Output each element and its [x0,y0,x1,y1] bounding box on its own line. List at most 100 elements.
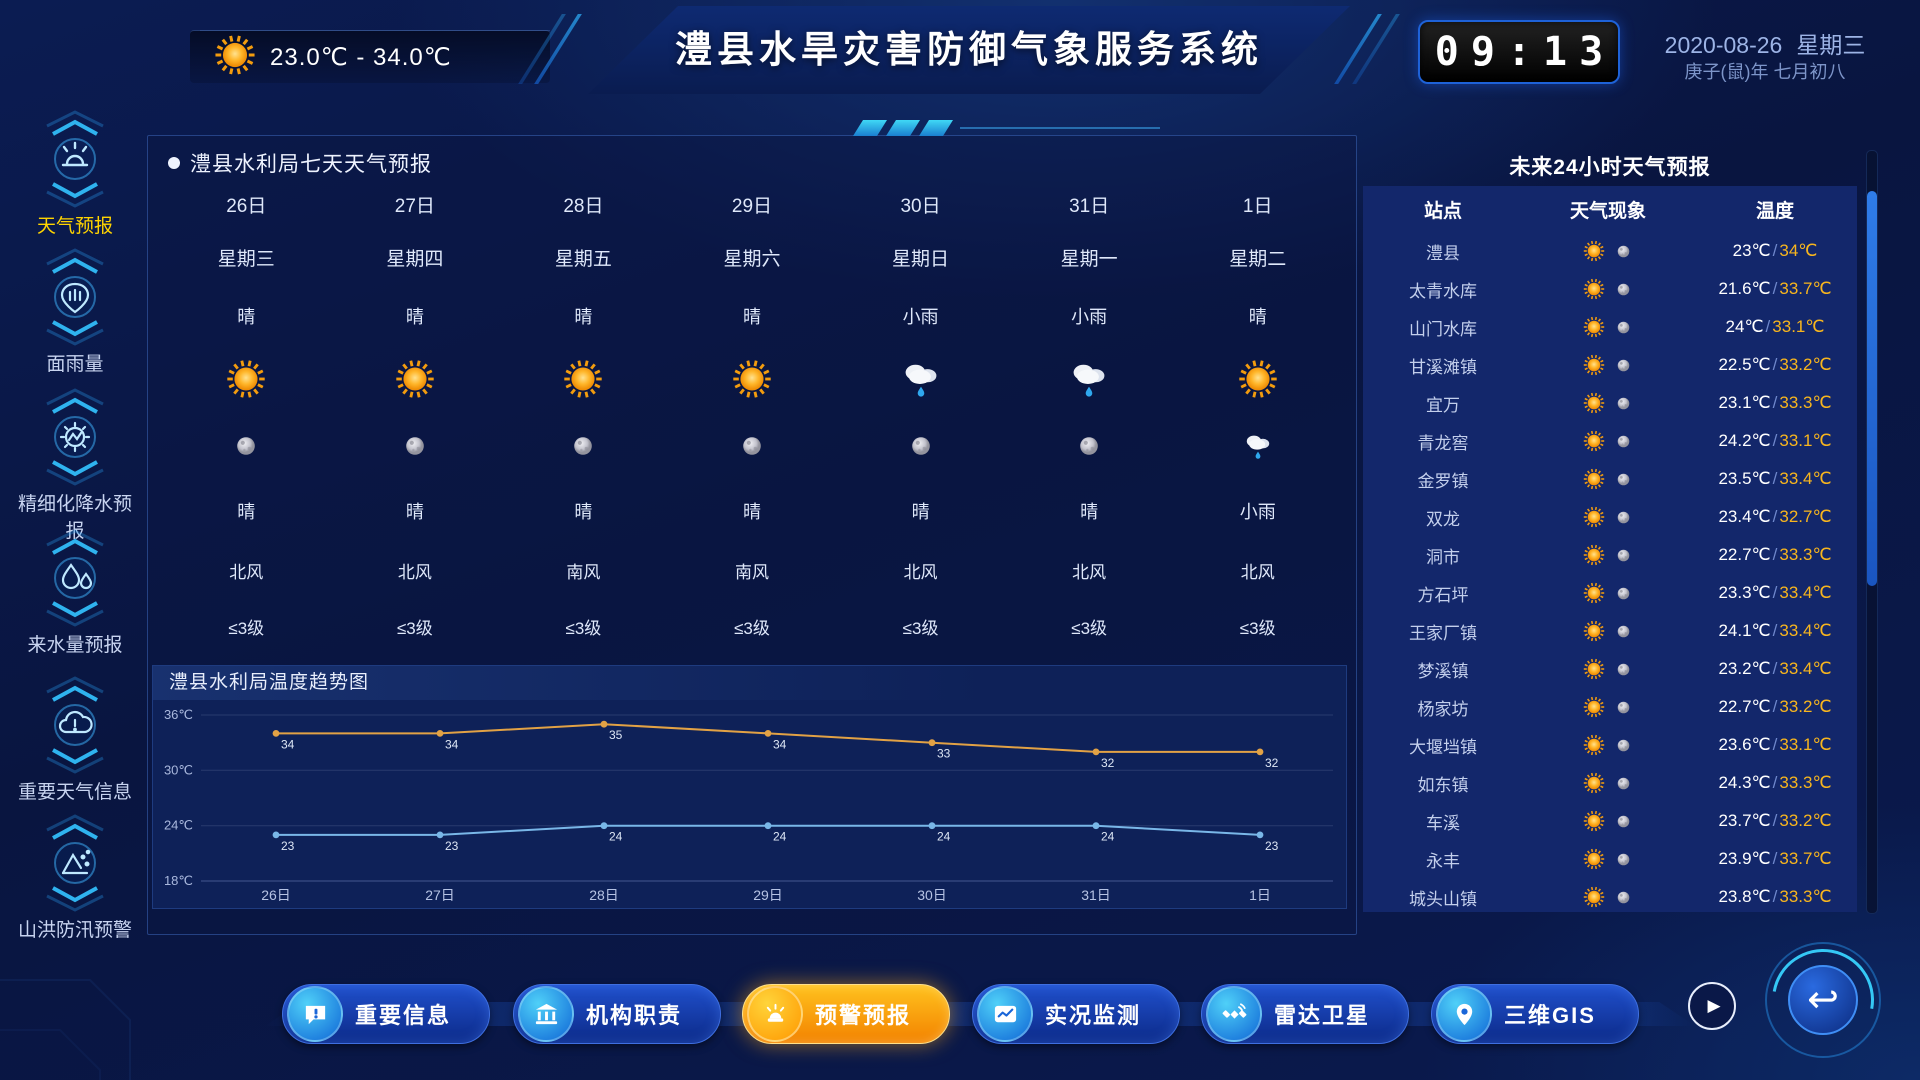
panel-top-line [960,127,1160,129]
forecast-weekday: 星期三 [162,228,331,286]
seven-day-forecast-grid: 26日星期三晴晴北风≤3级27日星期四晴晴北风≤3级28日星期五晴晴南风≤3级2… [162,180,1342,653]
station-name: 山门水库 [1363,315,1523,340]
station-row: 杨家坊22.7℃/33.2℃ [1363,688,1857,726]
play-button[interactable]: ▶ [1688,982,1736,1030]
forecast-day-column: 27日星期四晴晴北风≤3级 [331,180,500,653]
moon-icon [1613,697,1634,718]
station-name: 如东镇 [1363,771,1523,796]
station-name: 方石坪 [1363,581,1523,606]
station-name: 洞市 [1363,543,1523,568]
nav-label: 预警预报 [815,998,911,1030]
nav-important-info[interactable]: 重要信息 [282,984,490,1044]
moon-icon [1613,735,1634,756]
inflow-forecast-icon [33,614,117,631]
forecast-wind-level: ≤3级 [1005,599,1174,653]
moon-icon [1613,279,1634,300]
svg-text:23: 23 [1265,839,1279,853]
forecast-night-condition: 晴 [1005,480,1174,542]
station-forecast-table: 站点 天气现象 温度 澧县23℃/34℃太青水库21.6℃/33.7℃山门水库2… [1363,186,1857,912]
station-weather-icons [1523,847,1693,871]
forecast-day-icon [836,346,1005,412]
nav-warning-forecast[interactable]: 预警预报 [742,984,950,1044]
sun-icon [1582,429,1606,453]
forecast-day-column: 28日星期五晴晴南风≤3级 [499,180,668,653]
moon-icon [1613,507,1634,528]
forecast-night-condition: 晴 [836,480,1005,542]
station-temperature: 23.8℃/33.3℃ [1693,887,1857,907]
forecast-day-icon [1173,346,1342,412]
station-weather-icons [1523,885,1693,909]
moon-icon [905,430,937,462]
station-temperature: 23.9℃/33.7℃ [1693,849,1857,869]
back-button[interactable]: ↩ [1765,942,1881,1058]
panel-top-decoration [858,120,948,136]
forecast-day-column: 1日星期二晴小雨北风≤3级 [1173,180,1342,653]
forecast-night-icon [836,412,1005,480]
sidebar-item-fine-precipitation[interactable]: 精细化降水预报 [0,382,150,545]
forecast-wind-level: ≤3级 [1173,599,1342,653]
station-temperature: 23.3℃/33.4℃ [1693,583,1857,603]
forecast-date: 31日 [1005,180,1174,228]
svg-text:24℃: 24℃ [164,818,193,833]
moon-icon [1613,773,1634,794]
nav-label: 重要信息 [355,998,451,1030]
forecast-day-condition: 晴 [331,286,500,346]
station-weather-icons [1523,315,1693,339]
forecast-day-icon [499,346,668,412]
station-temperature: 24.3℃/33.3℃ [1693,773,1857,793]
moon-icon [1613,849,1634,870]
station-name: 双龙 [1363,505,1523,530]
station-temperature: 24℃/33.1℃ [1693,317,1857,337]
sidebar-item-inflow-forecast[interactable]: 来水量预报 [0,523,150,659]
scrollbar-thumb[interactable] [1867,191,1877,586]
scrollbar[interactable] [1866,150,1878,914]
institution-icon [518,986,574,1042]
station-weather-icons [1523,809,1693,833]
station-temperature: 23.1℃/33.3℃ [1693,393,1857,413]
station-weather-icons [1523,467,1693,491]
nav-live-monitor[interactable]: 实况监测 [972,984,1180,1044]
moon-icon [1613,393,1634,414]
forecast-weekday: 星期一 [1005,228,1174,286]
sun-icon [224,357,268,401]
svg-text:33: 33 [937,747,951,761]
forecast-date: 29日 [668,180,837,228]
station-weather-icons [1523,619,1693,643]
station-name: 车溪 [1363,809,1523,834]
station-name: 金罗镇 [1363,467,1523,492]
svg-text:24: 24 [773,830,787,844]
nav-institution-duty[interactable]: 机构职责 [513,984,721,1044]
station-table-header: 站点 天气现象 温度 [1363,186,1857,232]
svg-text:24: 24 [609,830,623,844]
gis-pin-icon [1436,986,1492,1042]
station-row: 车溪23.7℃/33.2℃ [1363,802,1857,840]
sun-icon [1236,357,1280,401]
sun-icon [1582,657,1606,681]
sidebar-item-flood-warning[interactable]: 山洪防汛预警 [0,808,150,944]
station-weather-icons [1523,581,1693,605]
moon-icon [1613,431,1634,452]
today-temp-range: 23.0℃ - 34.0℃ [212,32,452,82]
forecast-night-icon [1173,412,1342,480]
station-row: 梦溪镇23.2℃/33.4℃ [1363,650,1857,688]
sun-icon [1582,391,1606,415]
sidebar-item-weather-forecast[interactable]: 天气预报 [0,104,150,240]
sidebar-item-areal-rainfall[interactable]: 面雨量 [0,242,150,378]
station-row: 双龙23.4℃/32.7℃ [1363,498,1857,536]
forecast-wind-level: ≤3级 [331,599,500,653]
sidebar-item-important-weather[interactable]: 重要天气信息 [0,670,150,806]
sun-icon [1582,771,1606,795]
svg-text:1日: 1日 [1249,887,1271,903]
moon-icon [1613,811,1634,832]
moon-icon [1613,659,1634,680]
col-weather: 天气现象 [1523,196,1693,223]
nav-3d-gis[interactable]: 三维GIS [1431,984,1639,1044]
clock-display: 09:13 [1418,20,1620,84]
flood-warning-icon [33,899,117,916]
nav-radar-satellite[interactable]: 雷达卫星 [1201,984,1409,1044]
forecast-day-icon [331,346,500,412]
station-temperature: 24.2℃/33.1℃ [1693,431,1857,451]
temp-range-text: 23.0℃ - 34.0℃ [270,43,452,72]
station-temperature: 22.7℃/33.2℃ [1693,697,1857,717]
sun-icon [1582,543,1606,567]
